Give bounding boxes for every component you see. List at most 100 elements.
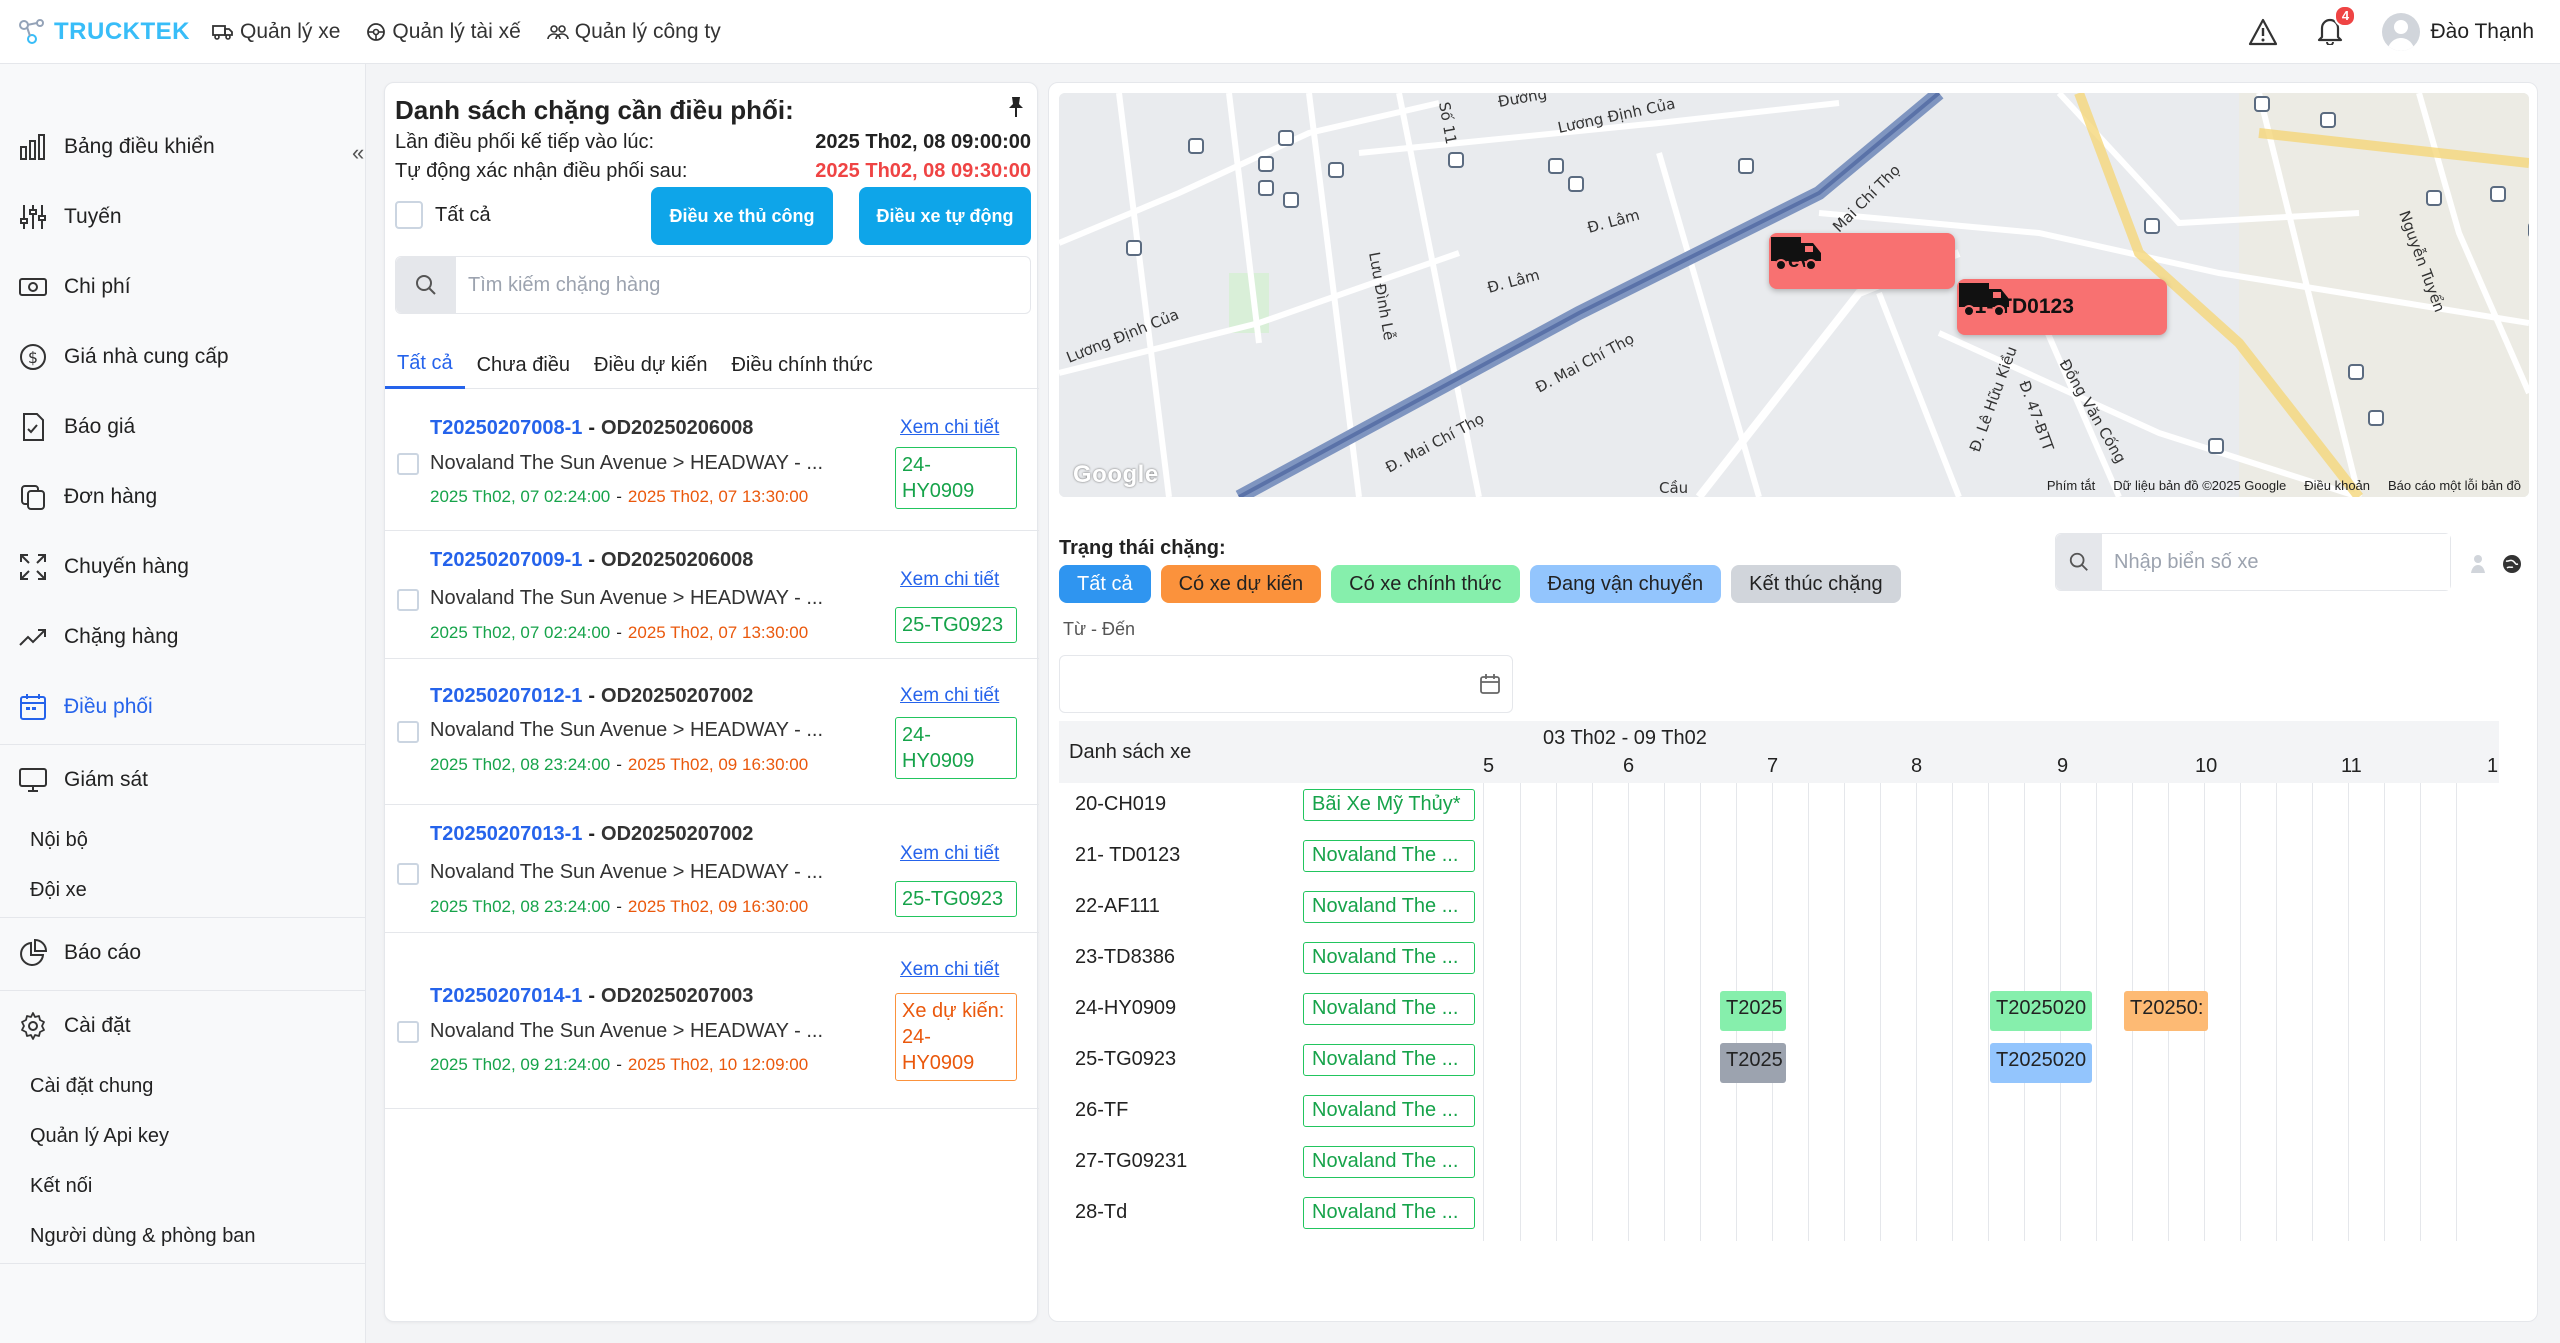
sidebar-item-costs[interactable]: Chi phí: [0, 252, 366, 322]
list-item[interactable]: Xem chi tiết T20250207014-1- OD2025020700…: [385, 933, 1039, 1109]
sidebar-item-reports[interactable]: Báo cáo: [0, 918, 366, 988]
topnav-drivers[interactable]: Quản lý tài xế: [366, 20, 521, 44]
leg-checkbox[interactable]: [397, 863, 419, 885]
leg-id[interactable]: T20250207014-1: [430, 985, 582, 1007]
map-report-link[interactable]: Báo cáo một lỗi bản đồ: [2388, 478, 2521, 493]
person-pin-icon[interactable]: [2469, 553, 2487, 575]
notifications-button[interactable]: 4: [2316, 4, 2357, 50]
sidebar-item-label: Đơn hàng: [64, 485, 158, 508]
table-row[interactable]: 27-TG09231 Novaland The ...: [1059, 1140, 1483, 1191]
select-all-label: Tất cả: [435, 203, 491, 226]
auto-dispatch-button[interactable]: Điều xe tự động: [859, 187, 1031, 245]
sidebar-item-monitoring[interactable]: Giám sát: [0, 745, 366, 815]
sidebar-sub-internal[interactable]: Nội bộ: [0, 815, 366, 865]
sidebar-item-legs[interactable]: Chặng hàng: [0, 602, 366, 672]
sidebar-item-supplier-prices[interactable]: $ Giá nhà cung cấp: [0, 322, 366, 392]
view-detail-link[interactable]: Xem chi tiết: [900, 843, 999, 865]
sidebar-item-settings[interactable]: Cài đặt: [0, 991, 366, 1061]
leg-bar[interactable]: T2025020: [1990, 1043, 2092, 1083]
sidebar-sub-fleet[interactable]: Đội xe: [0, 865, 366, 915]
next-dispatch-row: Lần điều phối kế tiếp vào lúc: 2025 Th02…: [395, 131, 1031, 154]
sidebar-item-label: Giám sát: [64, 768, 149, 791]
search-icon-box: [396, 257, 456, 313]
leg-bar[interactable]: T2025020: [1990, 991, 2092, 1031]
table-row[interactable]: 21- TD0123 Novaland The ...: [1059, 834, 1483, 885]
select-all[interactable]: Tất cả: [395, 201, 491, 229]
leg-bar[interactable]: T2025: [1720, 1043, 1786, 1083]
vehicle-gantt: Danh sách xe 03 Th02 - 09 Th02 5 6 7 8 9…: [1059, 721, 2499, 1241]
leg-id[interactable]: T20250207012-1: [430, 685, 582, 707]
leg-checkbox[interactable]: [397, 589, 419, 611]
leg-checkbox[interactable]: [397, 1021, 419, 1043]
chip-all[interactable]: Tất cả: [1059, 565, 1151, 603]
tab-official[interactable]: Điều chính thức: [719, 341, 884, 389]
order-id: OD20250206008: [601, 549, 754, 571]
top-bar: TRUCKTEK Quản lý xe Quản lý tài xế Quản …: [0, 0, 2560, 64]
table-row[interactable]: 26-TF Novaland The ...: [1059, 1089, 1483, 1140]
table-row[interactable]: 25-TG0923 Novaland The ...: [1059, 1038, 1483, 1089]
sidebar-sub-users-departments[interactable]: Người dùng & phòng ban: [0, 1211, 366, 1261]
sidebar-menu: Bảng điều khiển Tuyến Chi phí $ Giá nhà …: [0, 112, 366, 1264]
view-detail-link[interactable]: Xem chi tiết: [900, 685, 999, 707]
sidebar-item-dashboard[interactable]: Bảng điều khiển: [0, 112, 366, 182]
sidebar-item-orders[interactable]: Đơn hàng: [0, 462, 366, 532]
leg-bar[interactable]: T2025: [1720, 991, 1786, 1031]
document-check-icon: [23, 413, 44, 441]
table-row[interactable]: 22-AF111 Novaland The ...: [1059, 885, 1483, 936]
manual-dispatch-button[interactable]: Điều xe thủ công: [651, 187, 833, 245]
user-menu[interactable]: Đào Thạnh: [2382, 13, 2534, 51]
tab-planned[interactable]: Điều dự kiến: [582, 341, 719, 389]
table-row[interactable]: 20-CH019 Bãi Xe Mỹ Thủy*: [1059, 783, 1483, 834]
leg-checkbox[interactable]: [397, 721, 419, 743]
leg-id[interactable]: T20250207008-1: [430, 417, 582, 439]
pin-icon[interactable]: [1005, 95, 1027, 119]
leg-bar[interactable]: T20250:: [2124, 991, 2208, 1031]
tab-not-dispatched[interactable]: Chưa điều: [465, 341, 582, 389]
leg-checkbox[interactable]: [397, 453, 419, 475]
map-terms-link[interactable]: Điều khoản: [2304, 478, 2370, 493]
table-row[interactable]: 24-HY0909 Novaland The ...: [1059, 987, 1483, 1038]
select-all-checkbox[interactable]: [395, 201, 423, 229]
leg-search-input[interactable]: [456, 257, 1030, 313]
view-detail-link[interactable]: Xem chi tiết: [900, 417, 999, 439]
sidebar-item-routes[interactable]: Tuyến: [0, 182, 366, 252]
leg-id[interactable]: T20250207013-1: [430, 823, 582, 845]
list-item[interactable]: T20250207012-1- OD20250207002 Xem chi tiế…: [385, 659, 1039, 805]
leg-times: 2025 Th02, 08 23:24:00-2025 Th02, 09 16:…: [430, 897, 809, 916]
leg-times: 2025 Th02, 07 02:24:00-2025 Th02, 07 13:…: [430, 623, 809, 642]
map-shortcuts-link[interactable]: Phím tắt: [2047, 478, 2095, 493]
list-item[interactable]: T20250207013-1- OD20250207002 Xem chi tiế…: [385, 805, 1039, 933]
topnav-companies[interactable]: Quản lý công ty: [546, 20, 721, 44]
chip-in-transit[interactable]: Đang vận chuyển: [1529, 565, 1722, 603]
list-item[interactable]: T20250207008-1- OD20250206008 Xem chi tiế…: [385, 395, 1039, 531]
plate-search-input[interactable]: [2102, 534, 2450, 590]
sidebar-item-label: Chuyến hàng: [64, 555, 189, 578]
view-detail-link[interactable]: Xem chi tiết: [900, 569, 999, 591]
chip-planned-vehicle[interactable]: Có xe dự kiến: [1160, 565, 1322, 603]
sidebar-sub-api-keys[interactable]: Quản lý Api key: [0, 1111, 366, 1161]
app-logo[interactable]: TRUCKTEK: [18, 17, 190, 47]
date-range-input[interactable]: [1059, 655, 1513, 713]
view-detail-link[interactable]: Xem chi tiết: [900, 959, 999, 981]
table-row[interactable]: 28-Td Novaland The ...: [1059, 1191, 1483, 1242]
sidebar-sub-general-settings[interactable]: Cài đặt chung: [0, 1061, 366, 1111]
leg-id[interactable]: T20250207009-1: [430, 549, 582, 571]
sidebar-sub-connections[interactable]: Kết nối: [0, 1161, 366, 1211]
sidebar-item-shipments[interactable]: Chuyến hàng: [0, 532, 366, 602]
warning-icon[interactable]: [2248, 18, 2278, 46]
list-item[interactable]: T20250207009-1- OD20250206008 Xem chi tiế…: [385, 531, 1039, 659]
next-dispatch-label: Lần điều phối kế tiếp vào lúc:: [395, 131, 655, 153]
truck-marker-dev[interactable]: dev: [1769, 233, 1955, 289]
sidebar-item-quotes[interactable]: Báo giá: [0, 392, 366, 462]
table-row[interactable]: 23-TD8386 Novaland The ...: [1059, 936, 1483, 987]
map[interactable]: Lương Định Của Mai Chí Thọ Đ. Mai Chí Th…: [1059, 93, 2529, 497]
vehicle-tag: 24- HY0909: [895, 717, 1017, 779]
timeline-grid: T2025 T2025020 T20250: T2025 T2025020: [1483, 783, 2499, 1241]
tab-all[interactable]: Tất cả: [385, 341, 465, 389]
globe-icon[interactable]: [2501, 553, 2523, 575]
truck-marker-21-td0123[interactable]: 21- TD0123: [1957, 279, 2167, 335]
chip-official-vehicle[interactable]: Có xe chính thức: [1331, 565, 1520, 603]
sidebar-item-dispatch[interactable]: Điều phối: [0, 672, 366, 742]
chip-completed[interactable]: Kết thúc chặng: [1731, 565, 1901, 603]
topnav-vehicles[interactable]: Quản lý xe: [212, 20, 340, 44]
